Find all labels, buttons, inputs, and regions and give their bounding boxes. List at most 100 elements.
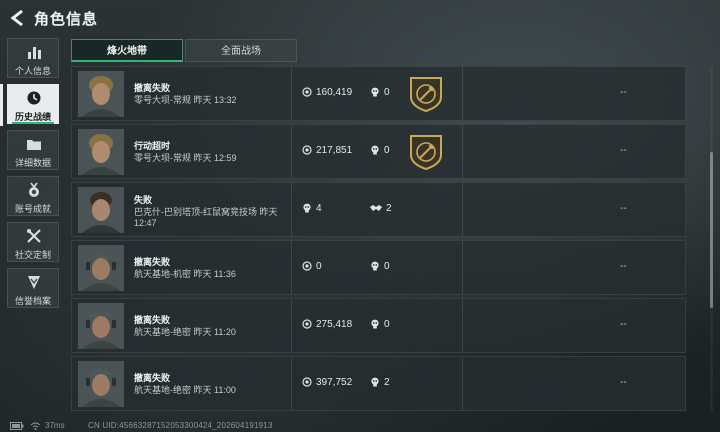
match-result: 撤离失败 xyxy=(134,83,171,93)
match-result: 撤离失败 xyxy=(134,373,171,383)
kill-count: 0 xyxy=(370,87,390,98)
map-and-time: 航天基地-机密 昨天 11:36 xyxy=(134,269,236,279)
loot-value-text: 275,418 xyxy=(316,319,353,330)
mode-tabs: 烽火地带 全面战场 xyxy=(71,39,297,62)
folder-icon xyxy=(27,140,41,150)
loot-value-text: 160,419 xyxy=(316,87,353,98)
match-record-row[interactable]: 撤离失败 航天基地-绝密 昨天 11:20 275,418 0 -- xyxy=(71,298,686,353)
sidebar: 个人信息 历史战绩 详细数据 账号成就 社交定制 信誉档案 xyxy=(7,38,59,314)
sidebar-item-achievements[interactable]: 账号成就 xyxy=(7,176,59,216)
battery-icon xyxy=(10,422,24,430)
kill-count: 0 xyxy=(370,319,390,330)
match-record-row[interactable]: 失败 巴克什-巴别塔顶-红鼠窝竞技场 昨天 12:47 4 2 -- xyxy=(71,182,686,237)
sidebar-item-reputation[interactable]: 信誉档案 xyxy=(7,268,59,308)
wifi-icon xyxy=(30,422,41,430)
map-and-time: 零号大坝-常规 昨天 13:32 xyxy=(134,95,237,105)
assist-count-text: 2 xyxy=(386,203,392,214)
match-record-row[interactable]: 撤离失败 零号大坝-常规 昨天 13:32 160,419 0 -- xyxy=(71,66,686,121)
bar-chart-icon xyxy=(28,47,41,59)
column-divider xyxy=(462,183,463,236)
kill-count: 0 xyxy=(370,261,390,272)
sidebar-item-label: 详细数据 xyxy=(14,158,51,168)
skull-icon xyxy=(371,87,379,97)
column-divider xyxy=(462,125,463,178)
ping-value: 37ms xyxy=(45,421,65,430)
loot-value-text: 397,752 xyxy=(316,377,353,388)
operator-avatar xyxy=(78,129,124,175)
operator-avatar xyxy=(78,361,124,407)
match-result: 行动超时 xyxy=(134,141,171,151)
map-and-time: 巴克什-巴别塔顶-红鼠窝竞技场 昨天 12:47 xyxy=(134,207,278,228)
handshake-icon xyxy=(370,205,382,211)
match-record-row[interactable]: 撤离失败 航天基地-绝密 昨天 11:00 397,752 2 -- xyxy=(71,356,686,411)
operator-avatar xyxy=(78,187,124,233)
match-record-row[interactable]: 行动超时 零号大坝-常规 昨天 12:59 217,851 0 -- xyxy=(71,124,686,179)
coin-icon xyxy=(302,377,312,387)
skull-icon xyxy=(371,377,379,387)
skull-icon xyxy=(303,203,311,213)
operator-avatar xyxy=(78,245,124,291)
kill-count-text: 2 xyxy=(384,377,390,388)
sidebar-item-personal-info[interactable]: 个人信息 xyxy=(7,38,59,78)
sidebar-item-label: 社交定制 xyxy=(14,250,51,260)
match-result: 失败 xyxy=(134,195,153,205)
user-uid: CN UID:45663287152053300424_202604191913 xyxy=(88,421,273,430)
column-divider xyxy=(291,183,292,236)
scrollbar-thumb[interactable] xyxy=(710,152,713,308)
skull-icon xyxy=(371,261,379,271)
coin-icon xyxy=(302,87,312,97)
extra-info: -- xyxy=(620,203,627,214)
sidebar-item-detailed-data[interactable]: 详细数据 xyxy=(7,130,59,170)
extra-info: -- xyxy=(620,145,627,156)
kill-count-text: 0 xyxy=(384,319,390,330)
status-footer: 37ms CN UID:45663287152053300424_2026041… xyxy=(0,420,720,432)
tab-haz-zone[interactable]: 烽火地带 xyxy=(71,39,183,62)
coin-icon xyxy=(302,261,312,271)
loot-value-text: 217,851 xyxy=(316,145,353,156)
extra-info: -- xyxy=(620,319,627,330)
loot-value: 0 xyxy=(302,261,322,272)
operator-avatar xyxy=(78,303,124,349)
kill-count-text: 0 xyxy=(384,145,390,156)
loot-value: 160,419 xyxy=(302,87,352,98)
map-and-time: 零号大坝-常规 昨天 12:59 xyxy=(134,153,237,163)
assist-count: 2 xyxy=(370,203,392,214)
sidebar-item-match-history[interactable]: 历史战绩 xyxy=(7,84,59,124)
shield-icon xyxy=(28,276,40,289)
column-divider xyxy=(462,67,463,120)
sidebar-item-label: 个人信息 xyxy=(14,66,51,76)
sidebar-item-label: 信誉档案 xyxy=(14,296,51,306)
match-record-list: 撤离失败 零号大坝-常规 昨天 13:32 160,419 0 -- 行动超时 … xyxy=(71,66,686,412)
extra-info: -- xyxy=(620,377,627,388)
sidebar-item-label: 账号成就 xyxy=(14,204,51,214)
extra-info: -- xyxy=(620,87,627,98)
skull-icon xyxy=(371,145,379,155)
kill-count-text: 4 xyxy=(316,203,322,214)
column-divider xyxy=(291,125,292,178)
map-and-time: 航天基地-绝密 昨天 11:00 xyxy=(134,385,236,395)
column-divider xyxy=(291,241,292,294)
column-divider xyxy=(462,299,463,352)
sidebar-item-social-custom[interactable]: 社交定制 xyxy=(7,222,59,262)
loot-value: 217,851 xyxy=(302,145,352,156)
kill-count: 0 xyxy=(370,145,390,156)
active-indicator xyxy=(0,84,3,126)
loot-value: 397,752 xyxy=(302,377,352,388)
extraction-badge-icon xyxy=(410,77,442,112)
column-divider xyxy=(462,357,463,410)
loot-value: 275,418 xyxy=(302,319,352,330)
kill-count: 4 xyxy=(302,203,322,214)
kill-count-text: 0 xyxy=(384,261,390,272)
operator-avatar xyxy=(78,71,124,117)
tools-icon xyxy=(27,229,41,243)
kill-count: 2 xyxy=(370,377,390,388)
extra-info: -- xyxy=(620,261,627,272)
list-scrollbar[interactable] xyxy=(710,66,713,412)
page-title: 角色信息 xyxy=(34,11,99,28)
extraction-badge-icon xyxy=(410,135,442,170)
tab-full-battlefield[interactable]: 全面战场 xyxy=(185,39,297,62)
column-divider xyxy=(291,357,292,410)
match-record-row[interactable]: 撤离失败 航天基地-机密 昨天 11:36 0 0 -- xyxy=(71,240,686,295)
coin-icon xyxy=(302,319,312,329)
back-arrow-icon[interactable] xyxy=(8,8,28,28)
